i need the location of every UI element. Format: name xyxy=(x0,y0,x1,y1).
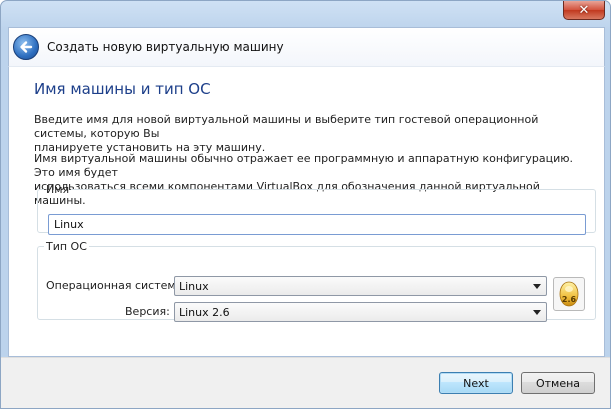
cancel-button[interactable]: Отмена xyxy=(521,372,595,394)
os-select-value: Linux xyxy=(179,280,209,293)
linux-os-icon: 2.6 xyxy=(553,277,585,311)
os-type-group-legend: Тип ОС xyxy=(46,240,87,253)
version-select[interactable]: Linux 2.6 xyxy=(174,302,547,322)
os-label: Операционная система: xyxy=(46,279,187,292)
wizard-header: Создать новую виртуальную машину xyxy=(8,27,605,66)
info-line-1: Имя виртуальной машины обычно отражает е… xyxy=(34,152,574,179)
version-label: Версия: xyxy=(125,305,170,318)
name-group-legend: Имя xyxy=(46,183,70,196)
os-icon-version-text: 2.6 xyxy=(562,295,577,304)
wizard-page: Имя машины и тип ОС Введите имя для ново… xyxy=(8,66,605,357)
os-select[interactable]: Linux xyxy=(174,276,547,296)
chevron-down-icon xyxy=(533,310,541,315)
button-bar: Next Отмена xyxy=(1,357,610,408)
os-type-group: Тип ОС Операционная система: Linux Верси… xyxy=(37,240,596,322)
window-title: Создать новую виртуальную машину xyxy=(47,40,284,54)
dialog-window: ✕ Создать новую виртуальную машину Имя м… xyxy=(0,0,611,409)
chevron-down-icon xyxy=(533,284,541,289)
linux-penguin-icon: 2.6 xyxy=(559,281,579,307)
name-group: Имя xyxy=(37,183,596,235)
close-icon: ✕ xyxy=(578,2,590,18)
version-select-value: Linux 2.6 xyxy=(179,306,230,319)
vm-name-input[interactable] xyxy=(48,214,586,235)
close-button[interactable]: ✕ xyxy=(563,1,605,20)
next-button[interactable]: Next xyxy=(439,372,513,394)
back-arrow-icon xyxy=(20,41,33,53)
intro-text: Введите имя для новой виртуальной машины… xyxy=(34,113,594,155)
back-button[interactable] xyxy=(13,34,39,60)
intro-line-1: Введите имя для новой виртуальной машины… xyxy=(34,113,539,140)
page-title: Имя машины и тип ОС xyxy=(34,80,211,98)
